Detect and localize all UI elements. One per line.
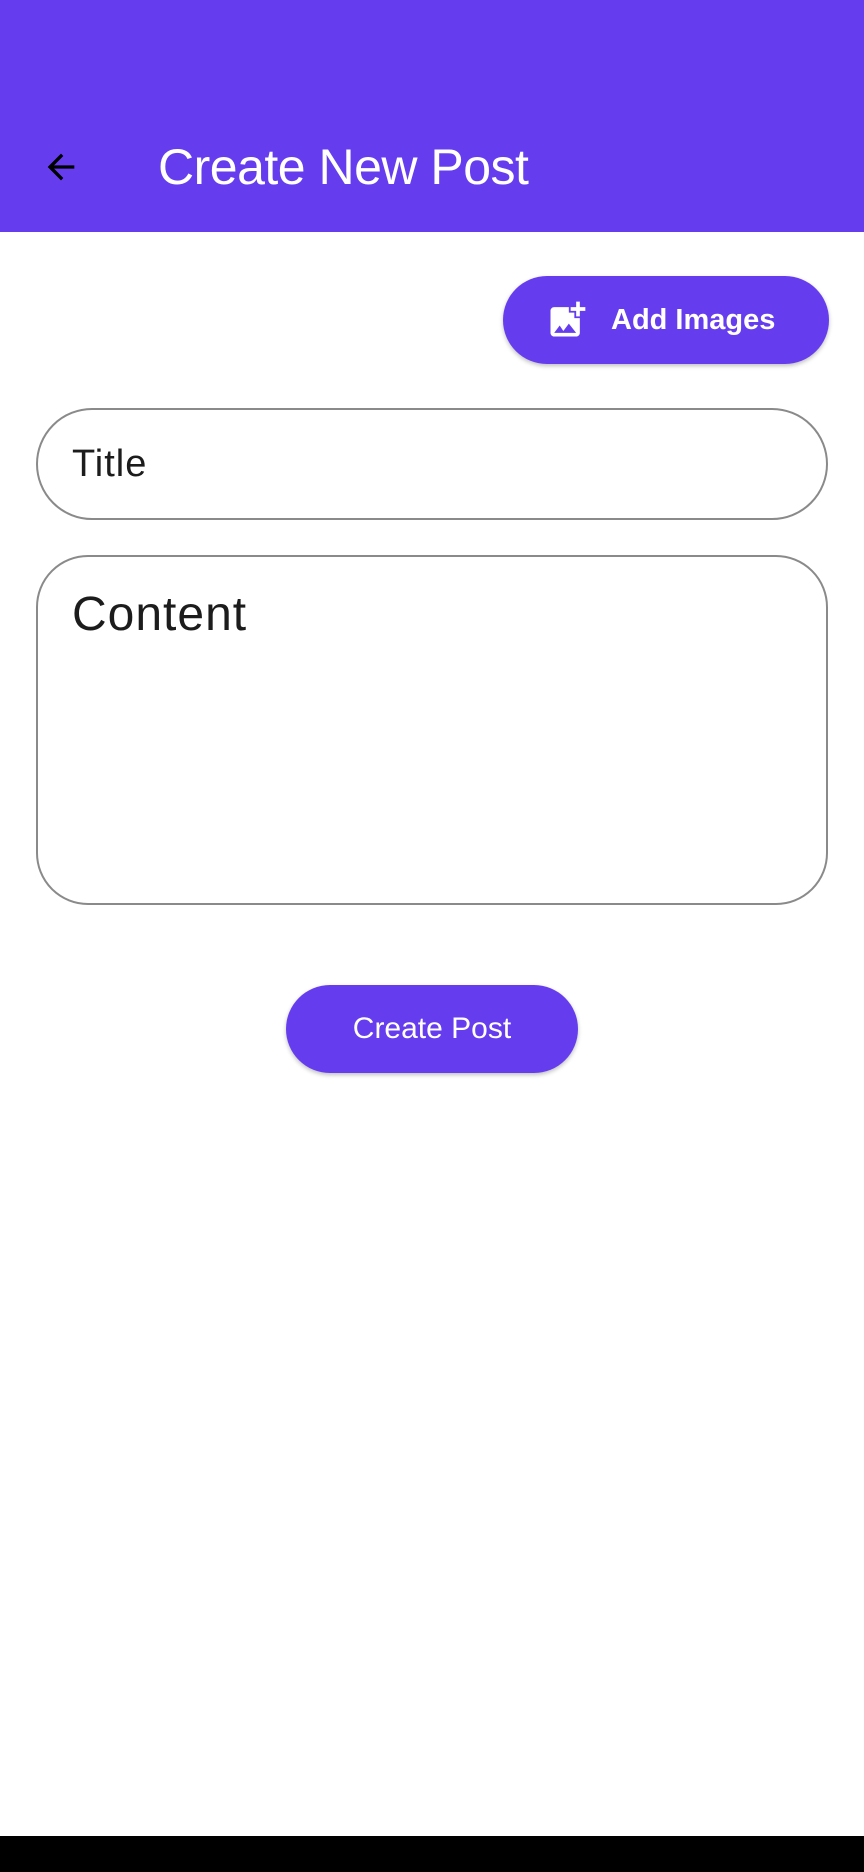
arrow-left-icon bbox=[41, 147, 81, 187]
system-navigation-bar bbox=[0, 1836, 864, 1872]
app-bar: Create New Post bbox=[0, 0, 864, 232]
content-field[interactable]: Content bbox=[36, 555, 828, 905]
page-title: Create New Post bbox=[158, 139, 529, 195]
add-photo-icon bbox=[545, 298, 589, 342]
content-placeholder: Content bbox=[72, 588, 248, 641]
back-button[interactable] bbox=[28, 134, 94, 200]
add-images-label: Add Images bbox=[611, 303, 776, 336]
create-post-label: Create Post bbox=[352, 1012, 512, 1045]
title-field[interactable]: Title bbox=[36, 408, 828, 520]
create-post-button[interactable]: Create Post bbox=[286, 985, 578, 1073]
create-post-screen: Create New Post Add Images Title Content… bbox=[0, 0, 864, 1872]
title-placeholder: Title bbox=[72, 442, 148, 485]
add-images-button[interactable]: Add Images bbox=[503, 276, 829, 364]
